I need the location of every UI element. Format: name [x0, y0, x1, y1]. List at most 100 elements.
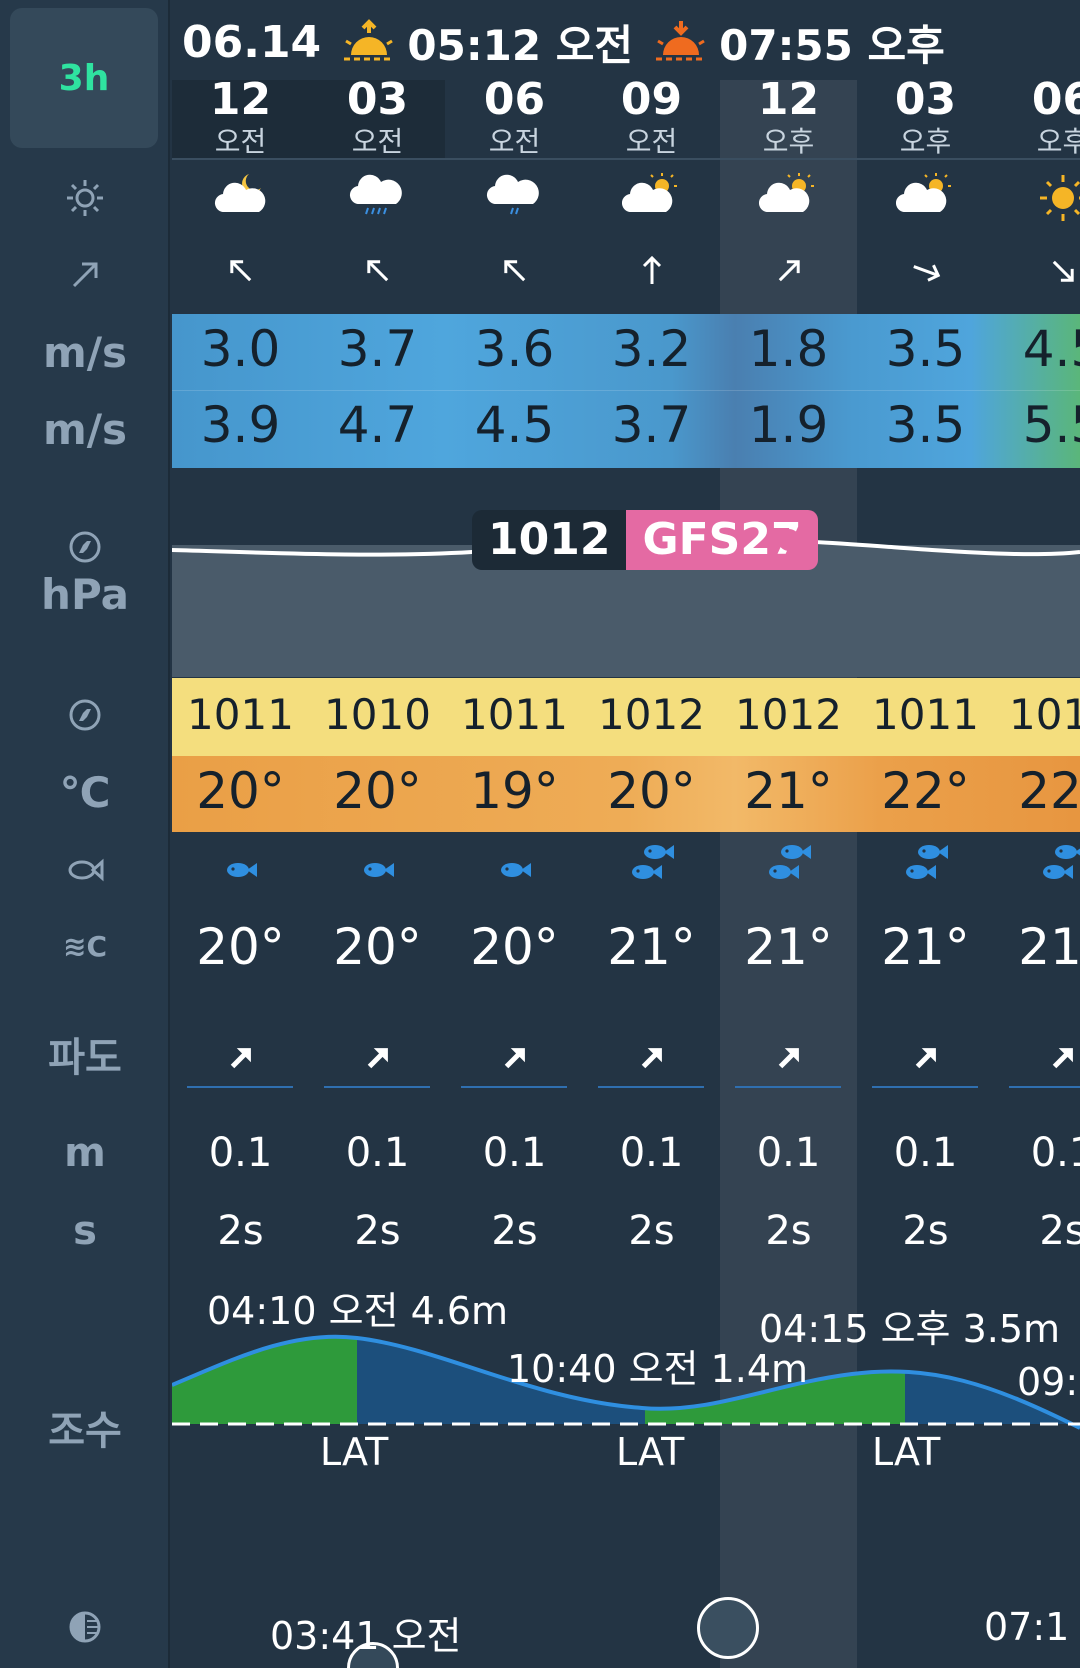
fish-activity-icon [583, 842, 720, 892]
pressure-value: 1011 [872, 690, 979, 739]
wind-speed-value: 3.6 [474, 320, 555, 378]
wind-direction-arrow-icon [857, 254, 994, 294]
fish-activity-icon [309, 860, 446, 910]
fish-activity-icon [446, 860, 583, 910]
temperature-value: 20° [607, 762, 696, 820]
wind-speed-value: 3.0 [200, 320, 281, 378]
hour-label: 03 [894, 74, 957, 125]
wind-direction-arrow-icon [446, 254, 583, 294]
wind-direction-arrow-icon [172, 254, 309, 294]
wave-period-value: 2s [902, 1208, 949, 1254]
wave-height-value: 0.1 [1030, 1130, 1080, 1176]
wave-period-value: 2s [354, 1208, 401, 1254]
hour-label: 12 [757, 74, 820, 125]
row-labels-sidebar: 3h m/s m/s hPa ℃ ≋C 파도 m s 조수 [0, 0, 170, 1668]
gust-speed-value: 4.7 [337, 396, 418, 454]
sun-icon [0, 178, 170, 222]
pressure-value: 1011 [1009, 690, 1080, 739]
interval-button[interactable]: 3h [10, 8, 158, 148]
hour-label: 06 [483, 74, 546, 125]
sea-temperature-value: 21° [744, 918, 833, 976]
pressure-value: 1011 [187, 690, 294, 739]
sea-temperature-value: 20° [333, 918, 422, 976]
wave-direction-arrow-icon [309, 1042, 446, 1078]
fish-icon [0, 858, 170, 886]
gust-speed-value: 3.5 [885, 396, 966, 454]
pressure-value: 1011 [461, 690, 568, 739]
wind-speed-value: 4.5 [1022, 320, 1080, 378]
wave-direction-arrow-icon [446, 1042, 583, 1078]
ampm-label: 오전 [351, 125, 404, 158]
wind-direction-arrow-icon [994, 254, 1080, 294]
fish-activity-icon [994, 842, 1080, 892]
wave-period-value: 2s [628, 1208, 675, 1254]
hour-label: 06 [1031, 74, 1080, 125]
cloud-sun-icon [720, 172, 857, 224]
hour-label: 12 [209, 74, 272, 125]
sea-temperature-value: 20° [196, 918, 285, 976]
temperature-value: 20° [333, 762, 422, 820]
sea-temperature-value: 20° [470, 918, 559, 976]
wave-height-unit-label: m [64, 1130, 106, 1176]
wave-direction-arrow-icon [583, 1042, 720, 1078]
wave-period-value: 2s [217, 1208, 264, 1254]
wave-height-value: 0.1 [208, 1130, 273, 1176]
wind-speed-value: 3.7 [337, 320, 418, 378]
sea-temperature-value: 21° [881, 918, 970, 976]
forecast-columns: 12 오전 3.0 3.9 1011 20° 20° 0.1 2s 03 오전 3.7 4.7 1010 2… [172, 0, 1080, 1668]
wind-speed-value: 1.8 [748, 320, 829, 378]
wind-direction-arrow-icon [583, 254, 720, 294]
gust-speed-value: 1.9 [748, 396, 829, 454]
compass-icon [0, 698, 170, 736]
compass-icon [0, 530, 170, 568]
temperature-value: 22° [881, 762, 970, 820]
ampm-label: 오전 [625, 125, 678, 158]
fish-activity-icon [720, 842, 857, 892]
ampm-label: 오후 [762, 125, 815, 158]
wave-label: 파도 [48, 1035, 122, 1081]
wave-direction-arrow-icon [994, 1042, 1080, 1078]
ampm-label: 오후 [1036, 125, 1080, 158]
tide-label: 조수 [48, 1408, 122, 1454]
cloud-drizzle-icon [446, 172, 583, 224]
gust-unit-label: m/s [42, 405, 128, 454]
cloud-sun-icon [857, 172, 994, 224]
moon-phase-icon [0, 1610, 170, 1648]
pressure-value: 1012 [735, 690, 842, 739]
gust-speed-value: 3.7 [611, 396, 692, 454]
temperature-value: 20° [196, 762, 285, 820]
fish-activity-icon [172, 860, 309, 910]
wind-direction-arrow-icon [309, 254, 446, 294]
sun-icon [994, 172, 1080, 224]
wave-direction-arrow-icon [857, 1042, 994, 1078]
wind-direction-arrow-icon [720, 254, 857, 294]
cloud-sun-icon [583, 172, 720, 224]
temperature-value: 19° [470, 762, 559, 820]
forecast-table[interactable]: 06.14 05:12 오전 07:55 오후 1012 GFS27 04:10… [172, 0, 1080, 1668]
cloud-moon-icon [172, 172, 309, 224]
wave-height-value: 0.1 [482, 1130, 547, 1176]
sea-temperature-value: 21° [1018, 918, 1080, 976]
temperature-value: 21° [744, 762, 833, 820]
wave-height-value: 0.1 [893, 1130, 958, 1176]
ampm-label: 오전 [214, 125, 267, 158]
temperature-unit-label: ℃ [59, 768, 111, 817]
wave-period-unit-label: s [73, 1208, 97, 1254]
wave-height-value: 0.1 [756, 1130, 821, 1176]
gust-speed-value: 3.9 [200, 396, 281, 454]
wind-speed-value: 3.5 [885, 320, 966, 378]
wave-period-value: 2s [765, 1208, 812, 1254]
wave-height-value: 0.1 [619, 1130, 684, 1176]
pressure-value: 1012 [598, 690, 705, 739]
pressure-value: 1010 [324, 690, 431, 739]
interval-label: 3h [58, 58, 110, 99]
fish-activity-icon [857, 842, 994, 892]
sea-temperature-unit-label: ≋C [62, 930, 107, 963]
wave-period-value: 2s [1039, 1208, 1080, 1254]
hour-label: 09 [620, 74, 683, 125]
wave-direction-arrow-icon [172, 1042, 309, 1078]
hour-label: 03 [346, 74, 409, 125]
gust-speed-value: 5.5 [1022, 396, 1080, 454]
cloud-rain-icon [309, 172, 446, 224]
wave-height-value: 0.1 [345, 1130, 410, 1176]
